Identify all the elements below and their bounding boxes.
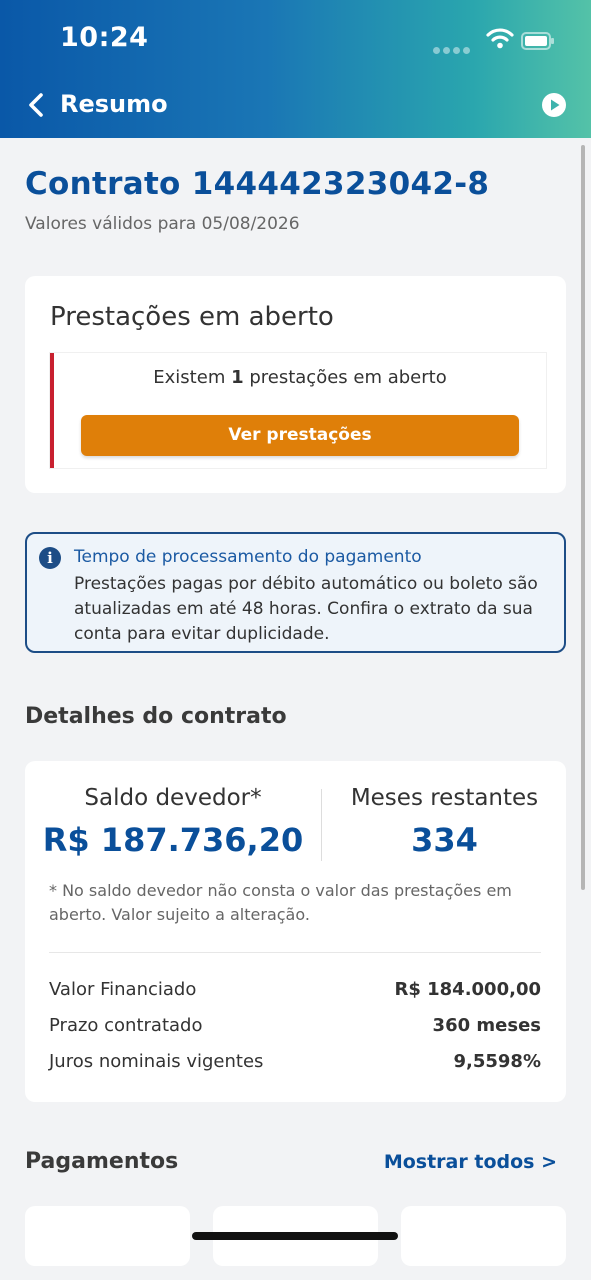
column-divider [321,789,322,861]
payment-card[interactable] [25,1206,190,1266]
detail-row-term: Prazo contratado 360 meses [49,1015,541,1045]
main-content: Contrato 144442323042-8 Valores válidos … [0,138,591,1280]
status-time: 10:24 [60,22,149,53]
text-prefix: Existem [153,367,232,388]
info-title: Tempo de processamento do pagamento [74,547,422,567]
months-label: Meses restantes [350,785,539,811]
play-icon[interactable] [541,92,567,118]
detail-row-financed: Valor Financiado R$ 184.000,00 [49,979,541,1009]
status-icons [433,24,554,58]
valid-date-text: Valores válidos para 05/08/2026 [25,214,300,234]
contract-details-title: Detalhes do contrato [25,704,287,729]
view-installments-button[interactable]: Ver prestações [81,415,519,456]
payment-card[interactable] [401,1206,566,1266]
detail-label: Valor Financiado [49,979,197,1000]
battery-icon [521,32,554,50]
detail-label: Juros nominais vigentes [49,1051,264,1072]
info-icon: i [39,547,61,569]
app-header: 10:24 Resumo [0,0,591,138]
detail-value: R$ 184.000,00 [394,979,541,1000]
nav-title[interactable]: Resumo [60,90,168,118]
show-all-link[interactable]: Mostrar todos > [384,1151,557,1173]
signal-icon [433,39,479,54]
contract-title: Contrato 144442323042-8 [25,166,490,202]
back-chevron-icon[interactable] [25,92,49,118]
open-installments-text: Existem 1 prestações em aberto [54,367,546,388]
open-installments-alert: Existem 1 prestações em aberto Ver prest… [50,353,546,468]
installments-count: 1 [231,367,244,388]
scrollbar[interactable] [581,145,585,890]
open-installments-title: Prestações em aberto [50,302,334,332]
detail-value: 360 meses [432,1015,541,1036]
wifi-icon [486,28,514,49]
months-value: 334 [411,821,478,859]
open-installments-card: Prestações em aberto Existem 1 prestaçõe… [25,276,566,493]
contract-details-card: Saldo devedor* R$ 187.736,20 Meses resta… [25,761,566,1102]
balance-column: Saldo devedor* R$ 187.736,20 [25,785,321,859]
info-body: Prestações pagas por débito automático o… [74,574,538,644]
detail-value: 9,5598% [453,1051,542,1072]
detail-row-interest: Juros nominais vigentes 9,5598% [49,1051,541,1081]
text-suffix: prestações em aberto [243,367,447,388]
months-column: Meses restantes 334 [323,785,566,859]
balance-label: Saldo devedor* [84,785,262,811]
payments-title: Pagamentos [25,1149,179,1174]
detail-label: Prazo contratado [49,1015,203,1036]
home-indicator [192,1232,398,1240]
details-divider [49,952,541,953]
payment-processing-info: i Tempo de processamento do pagamento Pr… [25,532,566,653]
balance-value: R$ 187.736,20 [42,821,304,859]
balance-footnote: * No saldo devedor não consta o valor da… [49,881,512,924]
